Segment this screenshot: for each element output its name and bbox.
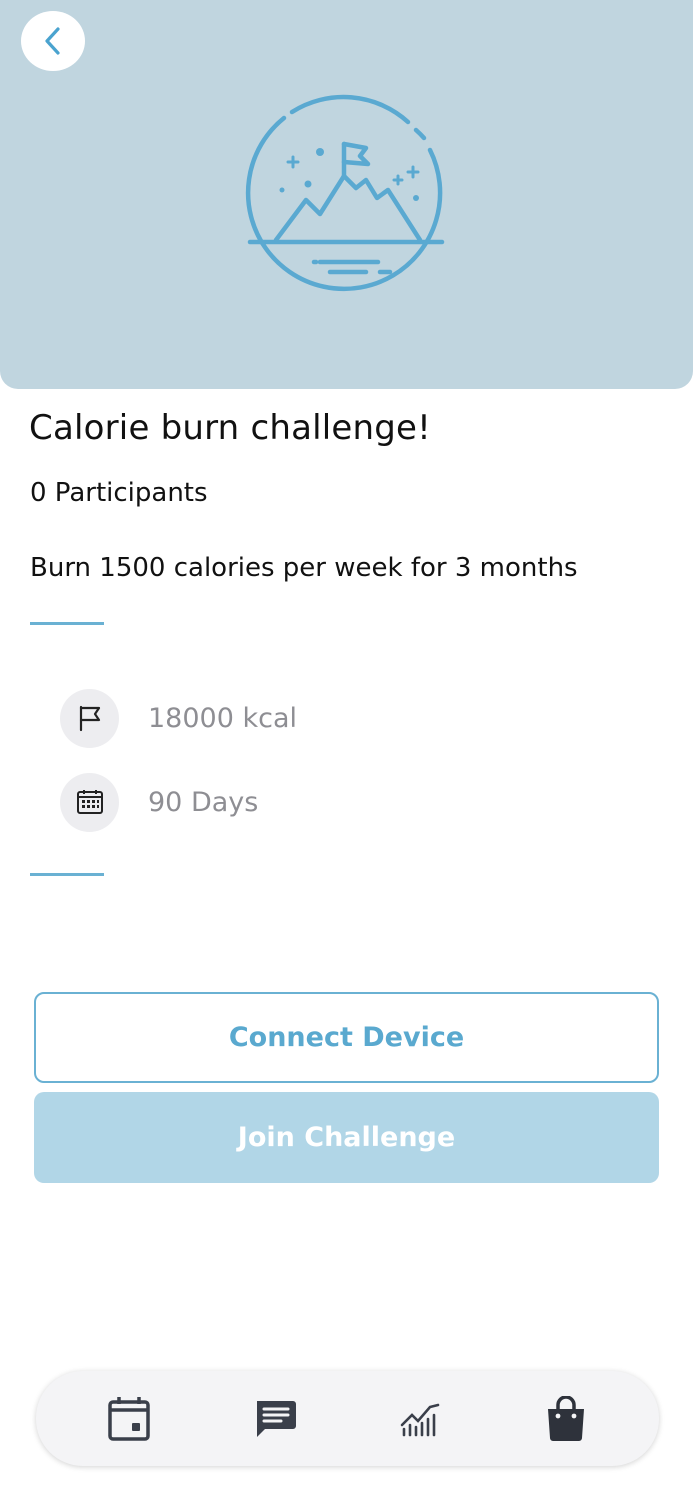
- divider: [30, 622, 104, 625]
- challenge-hero: [0, 0, 693, 389]
- flag-icon: [79, 705, 100, 732]
- divider: [30, 873, 104, 876]
- chevron-left-icon: [45, 27, 60, 55]
- duration-stat: 90 Days: [60, 772, 258, 832]
- shopping-bag-icon: [548, 1395, 585, 1441]
- goal-value: 18000 kcal: [148, 702, 298, 734]
- nav-item-messages[interactable]: [235, 1379, 315, 1459]
- back-button[interactable]: [21, 11, 85, 71]
- bottom-nav: [36, 1371, 659, 1466]
- duration-value: 90 Days: [148, 786, 259, 818]
- participants-count: 0 Participants: [30, 478, 208, 508]
- challenge-description: Burn 1500 calories per week for 3 months: [30, 553, 578, 583]
- calendar-icon: [108, 1396, 150, 1441]
- nav-item-calendar[interactable]: [89, 1379, 169, 1459]
- connect-device-button[interactable]: Connect Device: [34, 992, 659, 1083]
- calendar-icon: [76, 790, 103, 814]
- challenge-title: Calorie burn challenge!: [29, 408, 432, 448]
- join-challenge-button[interactable]: Join Challenge: [34, 1092, 659, 1183]
- mountain-flag-icon: [245, 94, 445, 292]
- chart-icon: [401, 1403, 440, 1436]
- goal-stat: 18000 kcal: [60, 688, 297, 748]
- nav-item-progress[interactable]: [380, 1379, 460, 1459]
- nav-item-shop[interactable]: [526, 1379, 606, 1459]
- chat-icon: [256, 1400, 296, 1437]
